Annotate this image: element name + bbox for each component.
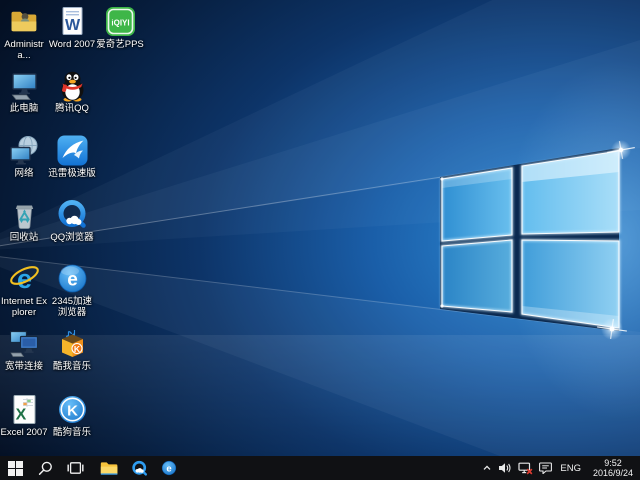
tencent-qq-penguin-icon [56, 69, 89, 102]
desktop-icon-excel-2007[interactable]: X Excel 2007 [0, 393, 48, 438]
svg-text:W: W [64, 17, 80, 34]
qq-browser-taskbar-button[interactable] [124, 456, 154, 480]
internet-explorer-icon: e [8, 262, 41, 295]
clock-date: 2016/9/24 [589, 468, 637, 478]
taskbar: e [0, 456, 640, 480]
kugou-music-icon: K [56, 393, 89, 426]
taskbar-clock[interactable]: 9:52 2016/9/24 [589, 458, 637, 478]
icon-label: 酷狗音乐 [53, 427, 91, 438]
svg-text:iQIYI: iQIYI [111, 19, 129, 28]
icon-label: 回收站 [10, 232, 39, 243]
icon-label: 酷我音乐 [53, 361, 91, 372]
broadband-connection-icon [8, 327, 41, 360]
windows-start-icon [8, 461, 23, 476]
desktop: Administra... W Word 2007 iQIYI 爱奇艺PPS 此… [0, 0, 640, 456]
search-icon [38, 461, 53, 476]
icon-label: 此电脑 [10, 103, 39, 114]
icon-label: Word 2007 [49, 39, 95, 50]
desktop-icon-2345-browser[interactable]: e 2345加速浏览器 [48, 262, 96, 318]
qq-browser-icon [131, 460, 148, 477]
desktop-icon-internet-explorer[interactable]: e Internet Explorer [0, 262, 48, 318]
desktop-icon-thunder[interactable]: 迅雷极速版 [48, 134, 96, 179]
svg-text:X: X [15, 407, 26, 424]
icon-label: 宽带连接 [5, 361, 43, 372]
icon-label: Excel 2007 [0, 427, 47, 438]
tray-chevron-up[interactable] [482, 463, 492, 473]
action-center-message-icon [539, 462, 552, 474]
icon-label: 迅雷极速版 [48, 168, 96, 179]
desktop-icon-broadband[interactable]: 宽带连接 [0, 327, 48, 372]
icon-label: 2345加速浏览器 [48, 296, 96, 318]
icon-label: 爱奇艺PPS [96, 39, 144, 50]
network-globe-icon [8, 134, 41, 167]
word-document-icon: W [56, 5, 89, 38]
qq-browser-icon [56, 198, 89, 231]
network-disconnected-icon [518, 462, 533, 475]
icon-label: 网络 [14, 168, 33, 179]
thunder-xunlei-icon [56, 134, 89, 167]
wallpaper-windows-hero [0, 0, 640, 456]
2345-browser-icon: e [56, 262, 89, 295]
desktop-icon-recycle-bin[interactable]: 回收站 [0, 198, 48, 243]
icon-label: Internet Explorer [0, 296, 48, 318]
language-indicator[interactable]: ENG [558, 463, 583, 474]
user-folder-icon [8, 5, 41, 38]
icon-label: QQ浏览器 [50, 232, 93, 243]
excel-document-icon: X [8, 393, 41, 426]
task-view-button[interactable] [60, 456, 90, 480]
desktop-icon-network[interactable]: 网络 [0, 134, 48, 179]
svg-text:e: e [166, 464, 171, 475]
svg-text:K: K [73, 344, 80, 354]
desktop-icon-qq-browser[interactable]: QQ浏览器 [48, 198, 96, 243]
recycle-bin-icon [8, 198, 41, 231]
desktop-icon-kugou-music[interactable]: K 酷狗音乐 [48, 393, 96, 438]
file-explorer-button[interactable] [94, 456, 124, 480]
tray-volume[interactable] [498, 462, 512, 474]
icon-label: Administra... [0, 39, 48, 61]
desktop-icon-word-2007[interactable]: W Word 2007 [48, 5, 96, 50]
2345-browser-icon: e [161, 460, 177, 476]
speaker-icon [498, 462, 512, 474]
chevron-up-icon [482, 463, 492, 473]
desktop-icon-tencent-qq[interactable]: 腾讯QQ [48, 69, 96, 114]
start-button[interactable] [0, 456, 30, 480]
file-explorer-folder-icon [100, 461, 118, 476]
search-button[interactable] [30, 456, 60, 480]
task-view-icon [67, 461, 84, 475]
kuwo-music-icon: K [56, 327, 89, 360]
desktop-icon-this-pc[interactable]: 此电脑 [0, 69, 48, 114]
system-tray: ENG 9:52 2016/9/24 [482, 456, 640, 480]
svg-text:K: K [67, 403, 78, 420]
desktop-icon-administrator[interactable]: Administra... [0, 5, 48, 61]
tray-action-center[interactable] [539, 462, 552, 474]
icon-label: 腾讯QQ [55, 103, 89, 114]
tray-network-disconnected[interactable] [518, 462, 533, 475]
iqiyi-pps-icon: iQIYI [104, 5, 137, 38]
2345-browser-taskbar-button[interactable]: e [154, 456, 184, 480]
clock-time: 9:52 [589, 458, 637, 468]
desktop-icon-kuwo-music[interactable]: K 酷我音乐 [48, 327, 96, 372]
desktop-icon-iqiyi-pps[interactable]: iQIYI 爱奇艺PPS [96, 5, 144, 50]
svg-text:e: e [67, 270, 78, 291]
this-pc-icon [8, 69, 41, 102]
